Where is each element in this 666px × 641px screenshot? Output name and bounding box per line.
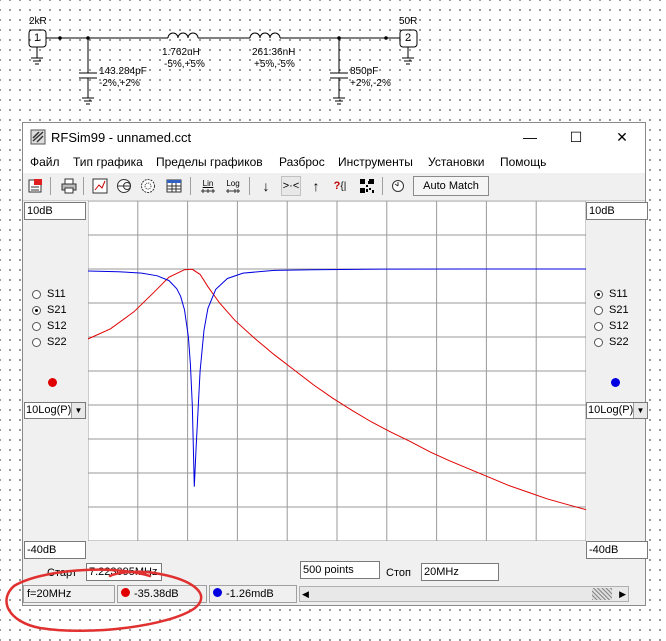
capacitor-c2-value[interactable]: 850pF (350, 66, 378, 77)
run-icon[interactable] (26, 176, 46, 196)
chevron-down-icon: ▼ (633, 403, 647, 418)
left-trace-color-icon[interactable] (48, 378, 57, 387)
radio-icon (32, 321, 41, 331)
left-radio-s22[interactable]: S22 (32, 334, 67, 350)
inductor-l2-tolerance: +5%,-5% (254, 59, 295, 70)
lin-label: Lin (202, 178, 214, 188)
radio-icon (32, 289, 41, 299)
arrow-down-icon[interactable]: ↓ (256, 176, 276, 196)
right-bottom-limit[interactable]: -40dB (586, 541, 648, 559)
radio-icon (594, 337, 603, 347)
menu-tolerance[interactable]: Разброс (279, 155, 325, 169)
radio-selected-icon (594, 289, 603, 299)
right-radio-s12[interactable]: S12 (594, 318, 629, 334)
rfsim-window: RFSim99 - unnamed.cct — ☐ ✕ Файл Тип гра… (22, 122, 648, 606)
help-cursor-icon[interactable]: ? {| (330, 176, 350, 196)
left-radio-s21-label: S21 (47, 304, 67, 316)
schematic-wires (28, 29, 418, 105)
left-scale-select[interactable]: 10Log(P) ▼ (24, 402, 86, 419)
toolbar-separator (249, 177, 250, 195)
stop-label: Стоп (386, 567, 411, 579)
arrow-up-icon[interactable]: ↑ (306, 176, 326, 196)
left-radio-s21[interactable]: S21 (32, 302, 67, 318)
right-trace-color-icon[interactable] (611, 378, 620, 387)
left-bottom-limit[interactable]: -40dB (24, 541, 86, 559)
maximize-icon[interactable]: ☐ (553, 123, 599, 151)
table-icon[interactable] (164, 176, 184, 196)
radio-icon (594, 305, 603, 315)
highlight-ellipse (5, 568, 203, 633)
right-scale-select[interactable]: 10Log(P) ▼ (586, 402, 648, 419)
log-scale-icon[interactable]: Log (223, 176, 243, 196)
load-resistance-label: 50R (399, 16, 418, 27)
right-radio-s11[interactable]: S11 (594, 286, 628, 302)
menu-graph-type[interactable]: Тип графика (73, 155, 143, 169)
minimize-icon[interactable]: — (507, 123, 553, 151)
log-label: Log (226, 178, 240, 188)
print-icon[interactable] (59, 176, 79, 196)
load-port-number: 2 (405, 32, 412, 44)
right-radio-s11-label: S11 (609, 288, 628, 300)
smith-chart-icon[interactable] (114, 176, 134, 196)
inductor-l1-tolerance: -5%,+5% (164, 59, 205, 70)
menu-settings[interactable]: Установки (428, 155, 484, 169)
linear-scale-icon[interactable]: Lin (198, 176, 218, 196)
polar-plot-icon[interactable] (138, 176, 158, 196)
radio-selected-icon (32, 305, 41, 315)
toolbar-separator (190, 177, 191, 195)
inductor-l1-value[interactable]: 1.762uH (162, 47, 200, 58)
plot-grid (88, 201, 586, 541)
right-top-limit[interactable]: 10dB (586, 202, 648, 220)
points-input[interactable]: 500 points (300, 561, 380, 579)
left-radio-s12-label: S12 (47, 320, 67, 332)
capacitor-c1-tolerance: -2%,+2% (99, 78, 140, 89)
rect-plot-icon[interactable] (90, 176, 110, 196)
source-resistance-label: 2kR (29, 16, 47, 27)
left-radio-s22-label: S22 (47, 336, 67, 348)
left-radio-s12[interactable]: S12 (32, 318, 67, 334)
right-radio-s21-label: S21 (609, 304, 629, 316)
capacitor-c1-value[interactable]: 143.284pF (99, 66, 147, 77)
horizontal-scrollbar[interactable]: ◀ ▶ (299, 586, 629, 602)
left-radio-s11-label: S11 (47, 288, 66, 300)
toolbar-separator (50, 177, 51, 195)
app-icon (30, 129, 46, 145)
response-plot[interactable] (88, 201, 586, 541)
close-icon[interactable]: ✕ (599, 123, 645, 151)
source-port-number: 1 (34, 32, 41, 44)
clock-icon[interactable] (388, 176, 408, 196)
toolbar-separator (382, 177, 383, 195)
scroll-right-icon[interactable]: ▶ (619, 587, 626, 601)
radio-icon (594, 321, 603, 331)
left-radio-s11[interactable]: S11 (32, 286, 66, 302)
zoom-in-icon[interactable]: >·< (281, 176, 301, 196)
right-radio-s22[interactable]: S22 (594, 334, 629, 350)
scroll-thumb[interactable] (592, 588, 612, 600)
chevron-down-icon: ▼ (71, 403, 85, 418)
toolbar: Lin Log ↓ >·< ↑ ? {| Auto Match (23, 173, 645, 201)
capacitor-c2-tolerance: +2%,-2% (350, 78, 391, 89)
help-label: ? (333, 180, 341, 192)
right-radio-s22-label: S22 (609, 336, 629, 348)
right-radio-s21[interactable]: S21 (594, 302, 629, 318)
right-radio-s12-label: S12 (609, 320, 629, 332)
scroll-left-icon[interactable]: ◀ (302, 587, 309, 601)
auto-match-button[interactable]: Auto Match (413, 176, 489, 196)
menu-graph-limits[interactable]: Пределы графиков (156, 155, 263, 169)
menu-file[interactable]: Файл (30, 155, 60, 169)
stop-frequency-input[interactable]: 20MHz (421, 563, 499, 581)
toolbar-separator (83, 177, 84, 195)
radio-icon (32, 337, 41, 347)
qr-icon[interactable] (357, 176, 377, 196)
menu-tools[interactable]: Инструменты (338, 155, 413, 169)
menu-bar: Файл Тип графика Пределы графиков Разбро… (23, 151, 645, 173)
left-top-limit[interactable]: 10dB (24, 202, 86, 220)
right-scale-value: 10Log(P) (588, 404, 634, 416)
menu-help[interactable]: Помощь (500, 155, 546, 169)
title-bar[interactable]: RFSim99 - unnamed.cct — ☐ ✕ (23, 123, 645, 151)
window-title: RFSim99 - unnamed.cct (51, 130, 192, 145)
left-scale-value: 10Log(P) (26, 404, 72, 416)
inductor-l2-value[interactable]: 261.36nH (252, 47, 295, 58)
